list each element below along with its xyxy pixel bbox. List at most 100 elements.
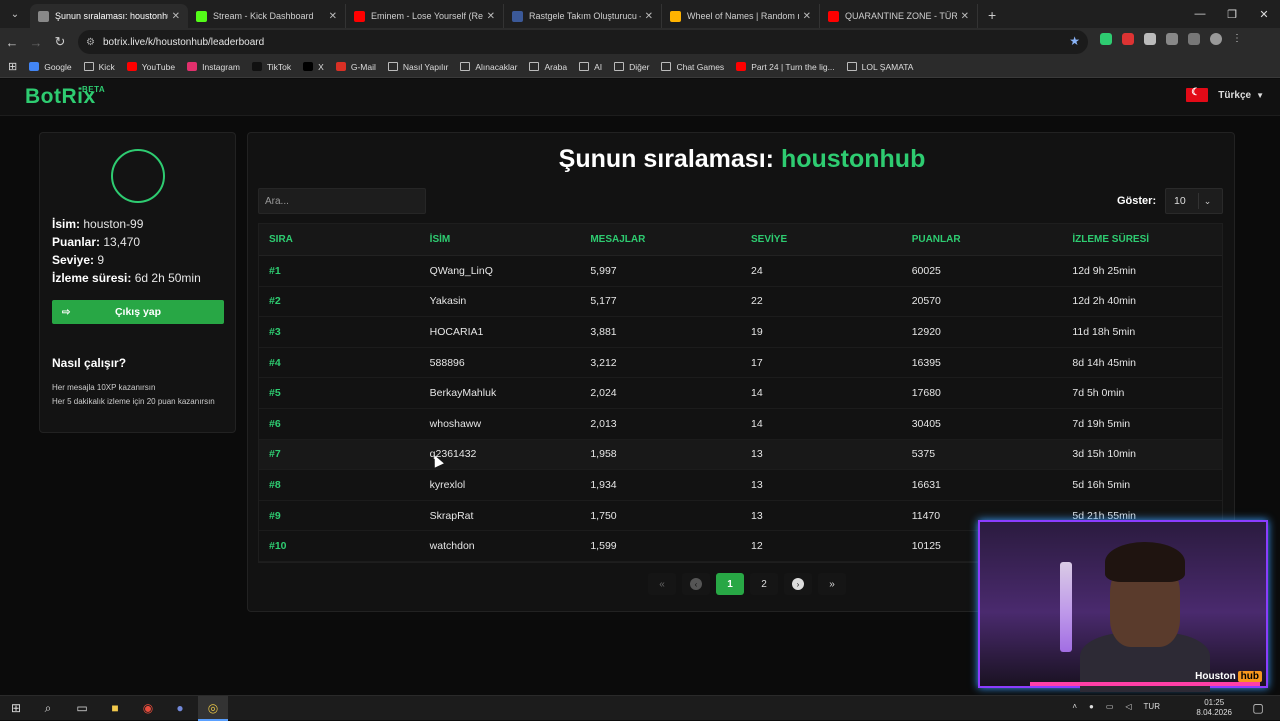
name-cell: SkrapRat [429, 509, 474, 522]
extension-shield-gray-icon[interactable] [1144, 33, 1156, 45]
extensions-puzzle-icon[interactable] [1166, 33, 1178, 45]
browser-tab[interactable]: Rastgele Takım Oluşturucu — B ✕ [504, 4, 662, 28]
bookmark-label: X [318, 61, 324, 72]
tab-close-icon[interactable]: ✕ [329, 11, 337, 22]
bookmarks-bar: ⊞ Google Kick YouTube Instagram TikTok X G-Mai… [0, 56, 1280, 78]
system-tray: ˄ ● ▭ ◁ TUR [1072, 702, 1160, 711]
bookmark-item[interactable]: AI [579, 62, 602, 72]
tab-title: Eminem - Lose Yourself (Remix [371, 11, 483, 21]
watch-time-cell: 7d 5h 0min [1072, 387, 1125, 400]
bookmark-item[interactable]: X [303, 62, 324, 72]
tab-search-icon[interactable]: ⌄ [4, 5, 26, 23]
bookmark-favicon-icon [736, 62, 747, 71]
url-text: botrix.live/k/houstonhub/leaderboard [102, 36, 265, 48]
chevron-down-icon: ⌄ [1198, 193, 1216, 209]
forward-icon[interactable]: → [24, 35, 48, 50]
browser-tab[interactable]: Wheel of Names | Random nam ✕ [662, 4, 820, 28]
new-tab-button[interactable]: + [988, 7, 996, 23]
volume-icon[interactable]: ◁ [1125, 702, 1131, 711]
first-page-button[interactable]: « [648, 573, 676, 595]
bookmark-item[interactable]: G-Mail [335, 62, 376, 72]
page-1-button[interactable]: 1 [716, 573, 744, 595]
tab-close-icon[interactable]: ✕ [961, 11, 969, 22]
profile-avatar-icon[interactable] [1210, 33, 1222, 45]
reload-icon[interactable]: ↻ [48, 34, 72, 50]
last-page-button[interactable]: » [818, 573, 846, 595]
botrix-logo[interactable]: BotRix BETA [25, 85, 105, 109]
tray-up-icon[interactable]: ˄ [1072, 702, 1077, 711]
bookmark-label: TikTok [266, 61, 292, 72]
bookmark-item[interactable]: LOL ŞAMATA [846, 62, 913, 72]
bookmark-favicon-icon [187, 62, 198, 71]
site-info-icon[interactable]: ⚙ [86, 37, 95, 48]
prev-page-button[interactable]: ‹ [682, 573, 710, 595]
rank-cell: #3 [269, 325, 281, 338]
chrome-icon[interactable]: ◎ [205, 700, 221, 716]
bookmark-item[interactable]: Kick [83, 62, 115, 72]
minimize-icon[interactable]: — [1184, 8, 1216, 20]
browser-tab[interactable]: QUARANTINE ZONE - TÜRKÇE ✕ [820, 4, 978, 28]
tab-close-icon[interactable]: ✕ [803, 11, 811, 22]
folder-icon [83, 62, 94, 71]
extension-shield-icon[interactable] [1100, 33, 1112, 45]
search-icon[interactable]: ⌕ [40, 700, 56, 716]
points-cell: 5375 [911, 448, 936, 461]
browser-tab[interactable]: Eminem - Lose Yourself (Remix ✕ [346, 4, 504, 28]
bookmark-favicon-icon [251, 62, 262, 71]
messages-cell: 3,881 [590, 325, 617, 338]
level-cell: 14 [751, 417, 763, 430]
more-menu-icon[interactable]: ⋮ [1232, 33, 1244, 45]
turkey-flag-icon [1186, 87, 1209, 102]
search-input[interactable] [258, 188, 426, 214]
mic-icon[interactable]: ● [1089, 702, 1094, 711]
tab-close-icon[interactable]: ✕ [172, 11, 180, 22]
tab-title: Stream - Kick Dashboard [213, 11, 314, 21]
language-indicator[interactable]: TUR [1144, 702, 1160, 711]
bookmark-item[interactable]: Google [29, 62, 72, 72]
bookmark-item[interactable]: TikTok [251, 61, 292, 72]
bookmark-item[interactable]: Diğer [614, 62, 649, 72]
close-window-icon[interactable]: ✕ [1248, 8, 1280, 21]
notifications-icon[interactable]: ▢ [1250, 700, 1266, 716]
bookmark-item[interactable]: YouTube [126, 62, 175, 72]
back-icon[interactable]: ← [0, 35, 24, 50]
column-header: İSİM [429, 234, 451, 245]
browser-tab[interactable]: Stream - Kick Dashboard ✕ [188, 4, 346, 28]
page-size-select[interactable]: 10 ⌄ [1165, 188, 1223, 214]
clock[interactable]: 01:25 8.04.2026 [1196, 698, 1232, 718]
task-view-icon[interactable]: ▭ [74, 700, 90, 716]
bookmark-label: Nasıl Yapılır [402, 61, 449, 72]
browser-tab[interactable]: Şunun sıralaması: houstonhub | ✕ [30, 4, 188, 28]
media-icon[interactable] [1188, 33, 1200, 45]
apps-grid-icon[interactable]: ⊞ [8, 60, 17, 73]
rank-cell: #5 [269, 387, 281, 400]
next-page-button[interactable]: › [784, 573, 812, 595]
app-icon[interactable]: ◉ [140, 700, 156, 716]
bookmark-favicon-icon [126, 62, 137, 71]
watch-time-cell: 5d 16h 5min [1072, 478, 1131, 491]
windows-start-icon[interactable]: ⊞ [8, 700, 24, 716]
address-bar[interactable]: ⚙ botrix.live/k/houstonhub/leaderboard ★ [78, 30, 1088, 54]
extension-red-icon[interactable] [1122, 33, 1134, 45]
restore-icon[interactable]: ❐ [1216, 8, 1248, 21]
bookmark-item[interactable]: Part 24 | Turn the lig... [736, 62, 835, 72]
bookmark-item[interactable]: Instagram [187, 62, 240, 72]
language-selector[interactable]: Türkçe ▼ [1186, 87, 1264, 102]
bookmark-item[interactable]: Araba [529, 62, 567, 72]
discord-icon[interactable]: ● [172, 700, 188, 716]
site-navbar: BotRixBETA Türkçe ▼ [0, 79, 1280, 116]
webcam-brand: Houston hub [1195, 671, 1262, 682]
network-icon[interactable]: ▭ [1106, 702, 1114, 711]
messages-cell: 2,024 [590, 387, 617, 400]
avatar [111, 149, 165, 203]
bookmark-item[interactable]: Chat Games [661, 62, 724, 72]
page-2-button[interactable]: 2 [750, 573, 778, 595]
tab-close-icon[interactable]: ✕ [487, 11, 495, 22]
file-explorer-icon[interactable]: ■ [107, 700, 123, 716]
bookmark-item[interactable]: Alınacaklar [460, 62, 517, 72]
logout-button[interactable]: ⇨ Çıkış yap [52, 300, 224, 324]
bookmark-star-icon[interactable]: ★ [1069, 34, 1080, 48]
tab-close-icon[interactable]: ✕ [645, 11, 653, 22]
bookmark-item[interactable]: Nasıl Yapılır [387, 61, 449, 72]
chevron-down-icon: ▼ [1256, 90, 1264, 100]
